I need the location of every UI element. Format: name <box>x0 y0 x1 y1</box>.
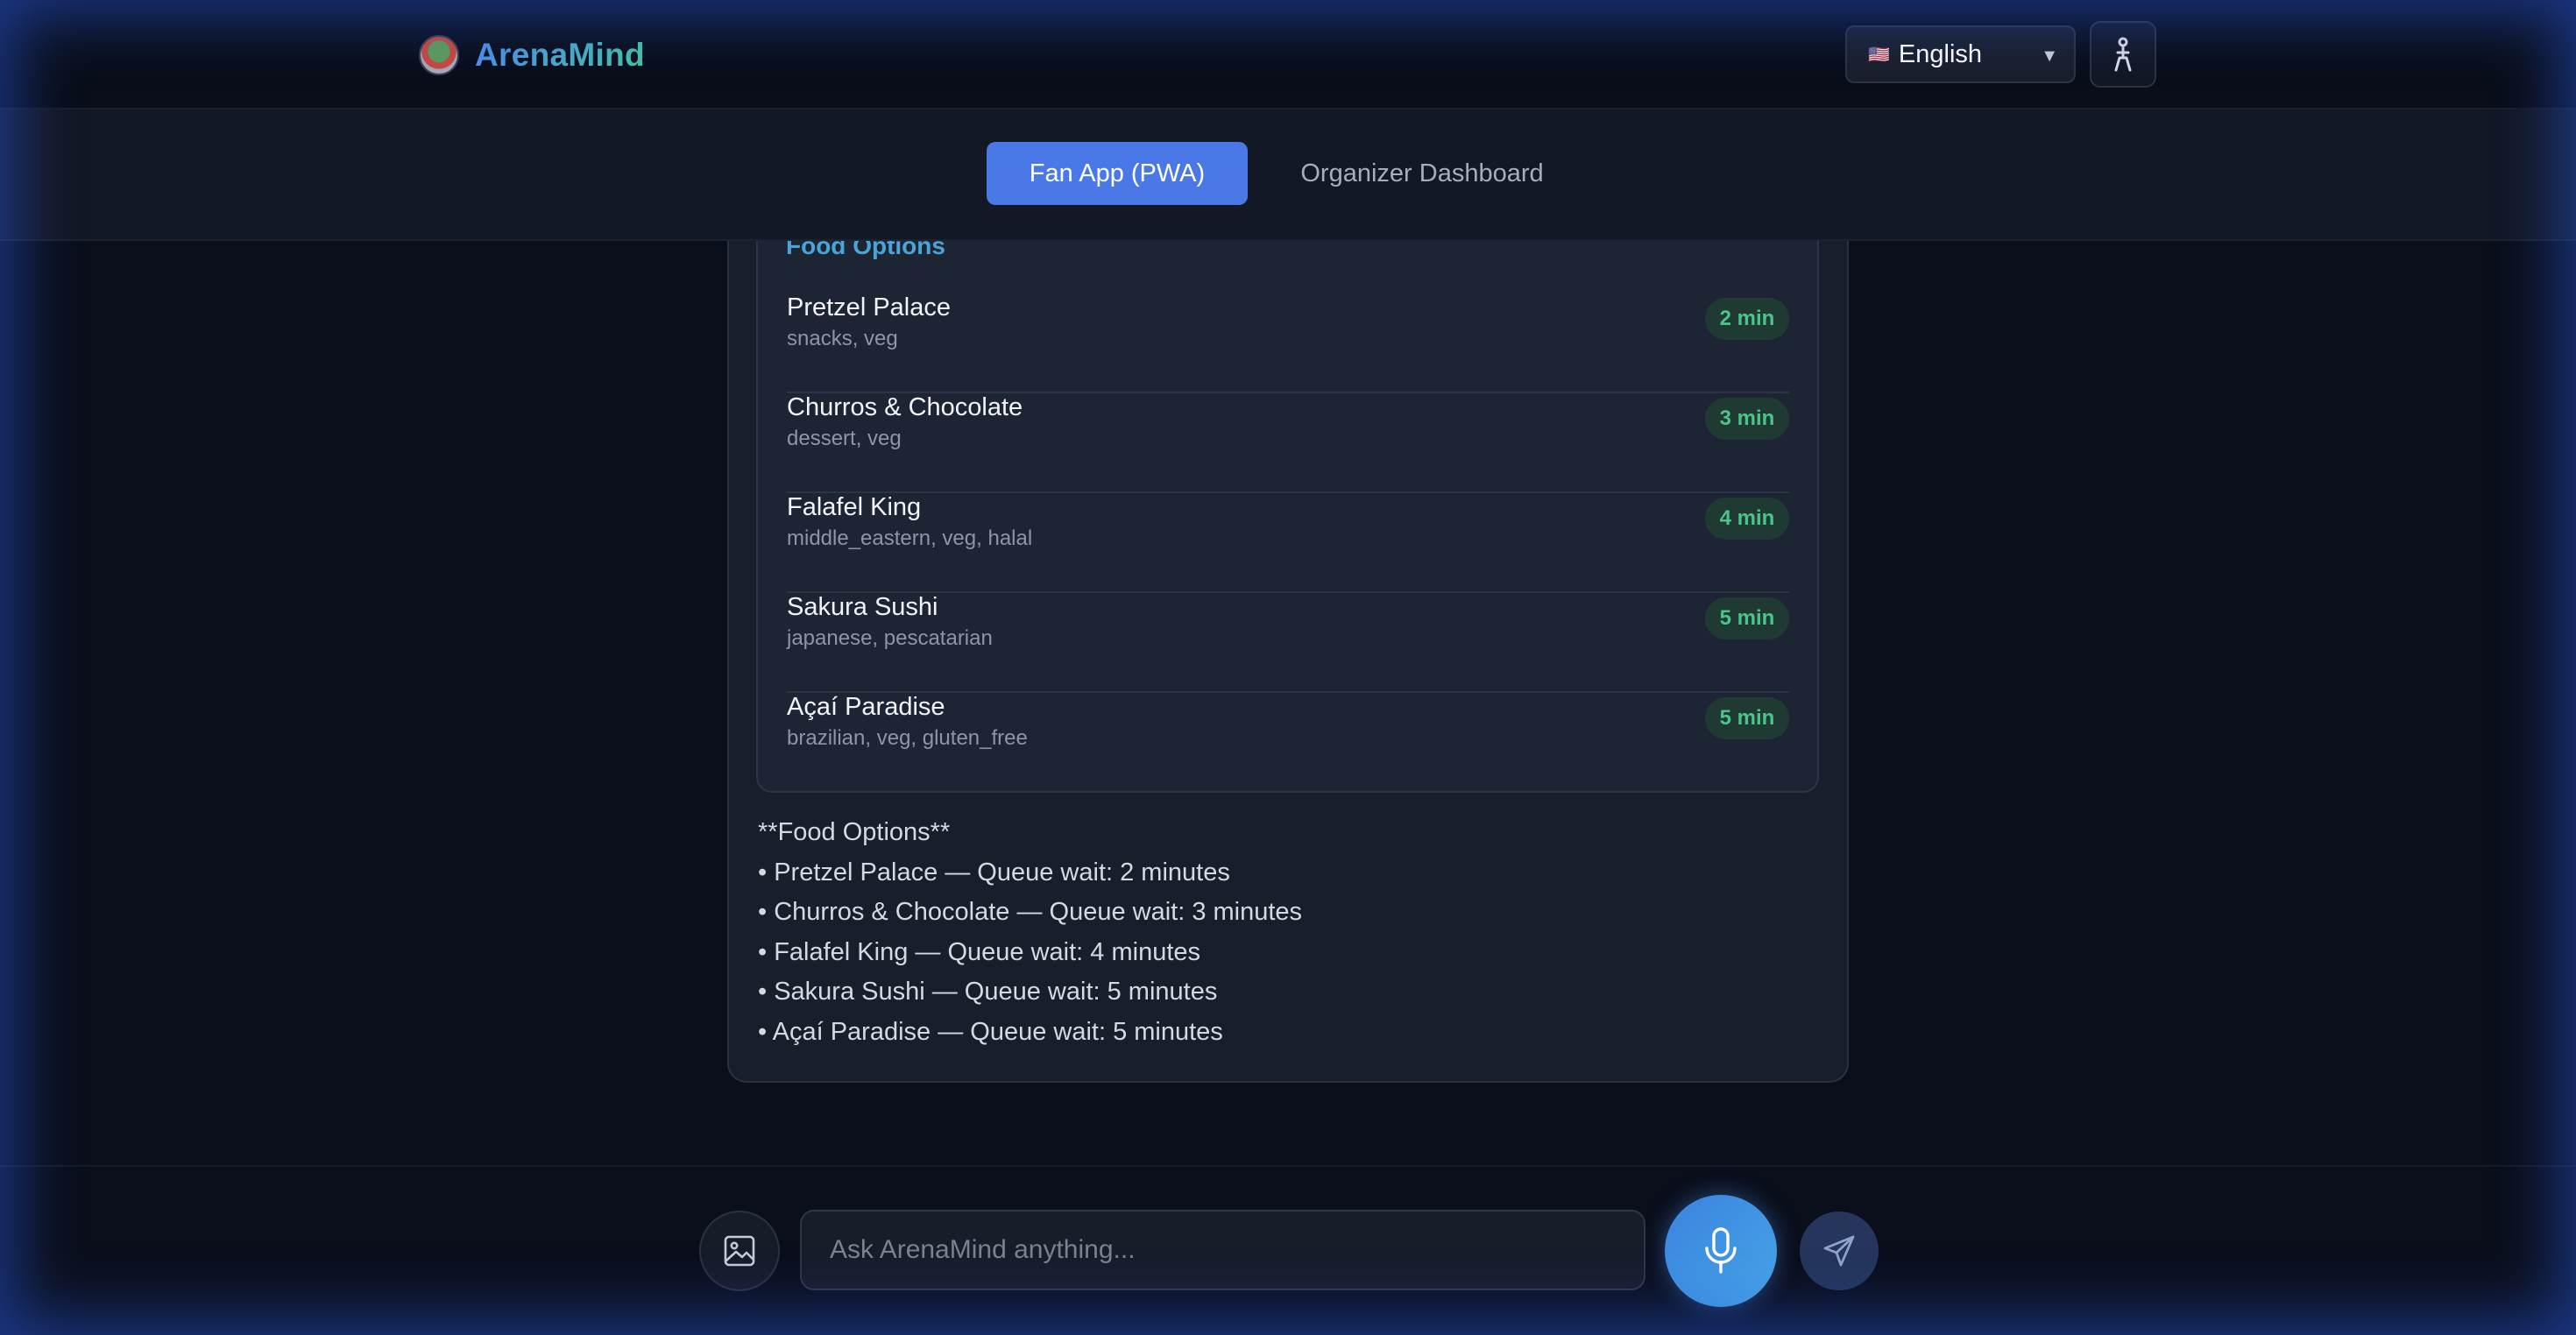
brand[interactable]: ArenaMind <box>419 33 645 77</box>
tab-fan-app[interactable]: Fan App (PWA) <box>987 142 1248 205</box>
chevron-down-icon: ▼ <box>2041 46 2058 66</box>
tab-organizer-dashboard[interactable]: Organizer Dashboard <box>1270 142 1574 205</box>
wait-time-badge: 3 min <box>1705 398 1789 440</box>
vendor-name: Pretzel Palace <box>787 293 951 321</box>
us-flag-icon: 🇺🇸 <box>1868 45 1890 65</box>
app-name: ArenaMind <box>475 37 645 73</box>
language-label: English <box>1898 39 1983 68</box>
language-select[interactable]: 🇺🇸 English ▼ <box>1845 25 2076 83</box>
reply-line: • Pretzel Palace — Queue wait: 2 minutes <box>758 858 1230 886</box>
chat-input[interactable] <box>800 1210 1645 1290</box>
vendor-tags: japanese, pescatarian <box>787 626 993 650</box>
food-list-item[interactable]: Sakura Sushi japanese, pescatarian 5 min <box>787 593 1789 693</box>
vendor-name: Sakura Sushi <box>787 593 938 621</box>
vendor-tags: brazilian, veg, gluten_free <box>787 726 1028 750</box>
send-button[interactable] <box>1800 1211 1879 1290</box>
accessibility-icon <box>2114 37 2132 72</box>
assistant-reply-text: **Food Options** • Pretzel Palace — Queu… <box>758 813 1827 1052</box>
wait-time-badge: 2 min <box>1705 298 1789 340</box>
wait-time-badge: 5 min <box>1705 597 1789 639</box>
voice-input-button[interactable] <box>1665 1195 1777 1307</box>
microphone-icon <box>1705 1227 1737 1274</box>
reply-line: • Falafel King — Queue wait: 4 minutes <box>758 937 1201 966</box>
vendor-tags: snacks, veg <box>787 327 898 350</box>
food-list-item[interactable]: Falafel King middle_eastern, veg, halal … <box>787 493 1789 593</box>
send-icon <box>1823 1235 1855 1267</box>
wait-time-badge: 5 min <box>1705 697 1789 739</box>
image-icon <box>724 1235 755 1267</box>
reply-line: **Food Options** <box>758 818 951 846</box>
stadium-icon <box>419 35 459 75</box>
top-bar: ArenaMind 🇺🇸 English ▼ <box>0 0 2576 109</box>
food-list-item[interactable]: Açaí Paradise brazilian, veg, gluten_fre… <box>787 693 1789 793</box>
food-list-item[interactable]: Churros & Chocolate dessert, veg 3 min <box>787 393 1789 493</box>
vendor-tags: middle_eastern, veg, halal <box>787 526 1033 550</box>
vendor-name: Açaí Paradise <box>787 693 945 721</box>
vendor-name: Falafel King <box>787 493 922 521</box>
wait-time-badge: 4 min <box>1705 498 1789 540</box>
reply-line: • Açaí Paradise — Queue wait: 5 minutes <box>758 1017 1223 1046</box>
food-list-item[interactable]: Pretzel Palace snacks, veg 2 min <box>787 293 1789 393</box>
reply-line: • Churros & Chocolate — Queue wait: 3 mi… <box>758 898 1303 926</box>
view-switcher: Fan App (PWA) Organizer Dashboard <box>0 109 2576 241</box>
upload-image-button[interactable] <box>699 1211 780 1291</box>
accessibility-button[interactable] <box>2090 21 2156 88</box>
vendor-name: Churros & Chocolate <box>787 393 1023 421</box>
vendor-tags: dessert, veg <box>787 427 902 450</box>
reply-line: • Sakura Sushi — Queue wait: 5 minutes <box>758 978 1218 1006</box>
